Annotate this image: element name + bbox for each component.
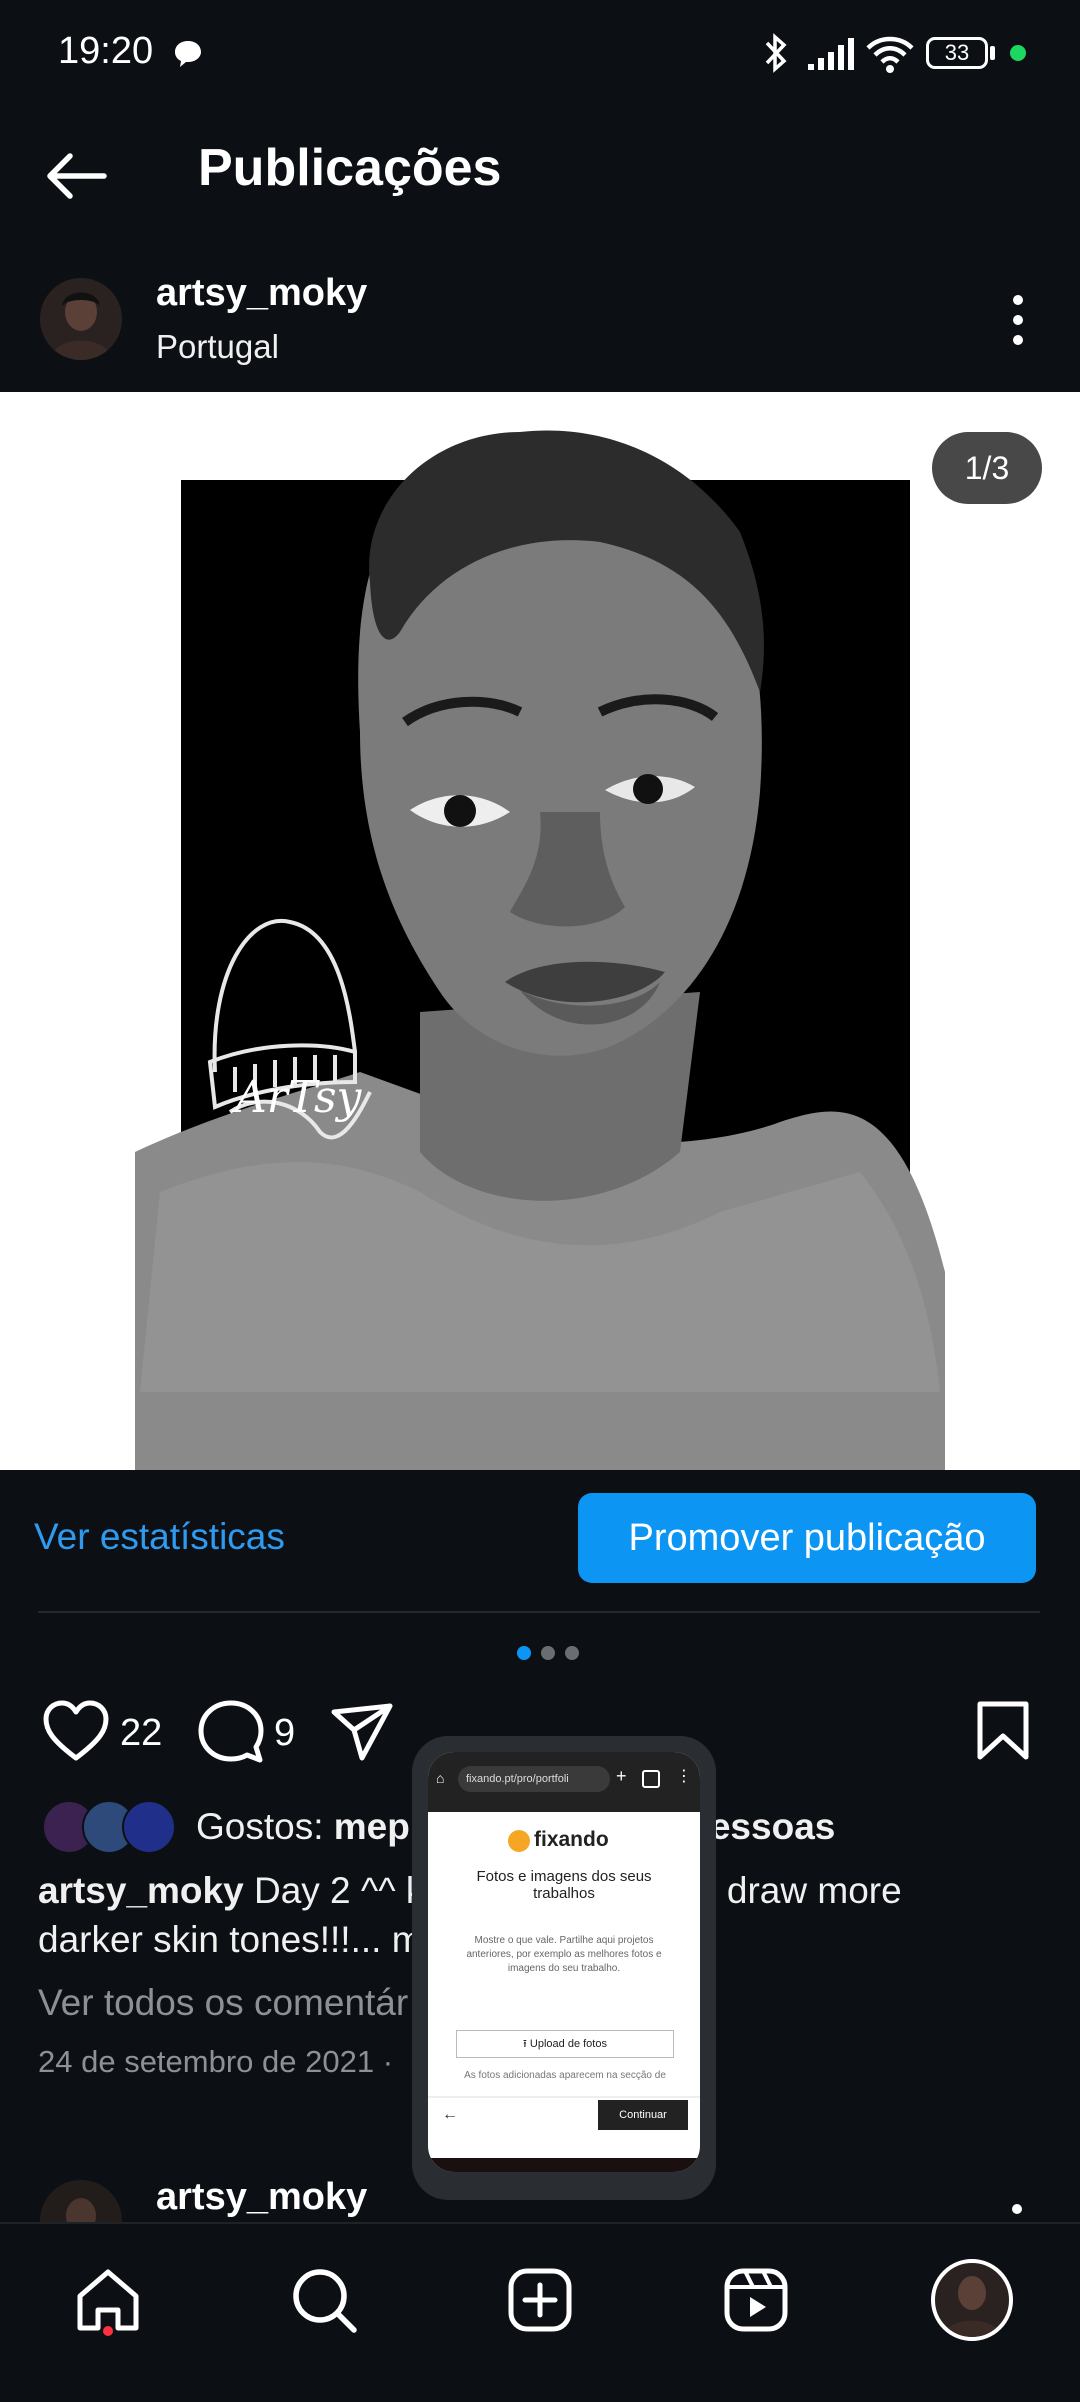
promote-post-button[interactable]: Promover publicação bbox=[578, 1493, 1036, 1583]
divider bbox=[38, 1611, 1040, 1613]
search-icon bbox=[293, 2269, 357, 2333]
fixando-logo-icon bbox=[508, 1830, 530, 1852]
pip-bottom-bar bbox=[428, 2158, 700, 2172]
pip-menu-icon[interactable]: ⋮ bbox=[676, 1766, 692, 1786]
post-date: 24 de setembro de 2021 · bbox=[38, 2044, 394, 2079]
view-insights-link[interactable]: Ver estatísticas bbox=[34, 1516, 285, 1558]
avatar[interactable] bbox=[40, 278, 122, 360]
pip-upload-label: Upload de fotos bbox=[529, 2038, 607, 2050]
nav-create[interactable] bbox=[490, 2250, 590, 2350]
pip-heading: Fotos e imagens dos seus trabalhos bbox=[476, 1868, 652, 1902]
post-username[interactable]: artsy_moky bbox=[156, 272, 367, 315]
next-post-username[interactable]: artsy_moky bbox=[156, 2176, 367, 2219]
pip-body-text: Mostre o que vale. Partilhe aqui projeto… bbox=[466, 1935, 662, 1974]
share-button[interactable] bbox=[330, 1702, 394, 1767]
send-icon bbox=[331, 1703, 393, 1761]
more-vertical-icon bbox=[1013, 295, 1023, 345]
post-image[interactable]: ArTsy 1/3 bbox=[0, 392, 1080, 1470]
back-button[interactable] bbox=[40, 140, 112, 212]
liked-by-suffix: essoas bbox=[709, 1806, 836, 1847]
notification-dot bbox=[103, 2326, 113, 2336]
caption-text: Day 2 ^^ ki bbox=[243, 1870, 433, 1911]
more-options-button[interactable] bbox=[990, 290, 1046, 350]
battery-icon: 33 bbox=[926, 37, 988, 69]
page-title: Publicações bbox=[198, 139, 502, 197]
pip-divider bbox=[428, 2096, 700, 2098]
comment-button[interactable] bbox=[198, 1700, 264, 1769]
carousel-dot bbox=[541, 1646, 555, 1660]
upload-icon: ⭱ bbox=[523, 2038, 530, 2050]
carousel-dot-active bbox=[517, 1646, 531, 1660]
liked-by-prefix: Gostos: bbox=[196, 1806, 334, 1847]
reels-icon bbox=[724, 2268, 788, 2332]
bluetooth-icon bbox=[765, 33, 787, 73]
pip-continue-button[interactable]: Continuar bbox=[598, 2100, 688, 2130]
next-post-more-icon[interactable] bbox=[1012, 2204, 1022, 2214]
nav-search[interactable] bbox=[274, 2250, 374, 2350]
save-button[interactable] bbox=[975, 1700, 1031, 1767]
battery-tip bbox=[990, 46, 995, 60]
caption-username[interactable]: artsy_moky bbox=[38, 1870, 244, 1911]
pip-url-bar[interactable]: fixando.pt/pro/portfoli bbox=[458, 1766, 610, 1792]
heart-icon bbox=[43, 1700, 109, 1761]
profile-avatar bbox=[931, 2259, 1013, 2341]
privacy-indicator-dot bbox=[1010, 45, 1026, 61]
fixando-brand: fixando bbox=[534, 1828, 609, 1851]
comments-count[interactable]: 9 bbox=[274, 1712, 295, 1755]
add-post-icon bbox=[508, 2268, 572, 2332]
signal-icon bbox=[808, 38, 854, 70]
caption-line-2: darker skin tones!!!... m bbox=[38, 1919, 423, 1960]
view-all-comments-link[interactable]: Ver todos os comentár bbox=[38, 1982, 408, 2024]
avatar bbox=[122, 1800, 176, 1854]
pip-footer-note: As fotos adicionadas aparecem na secção … bbox=[464, 2070, 666, 2081]
pip-home-icon[interactable]: ⌂ bbox=[436, 1770, 452, 1786]
status-bar: 19:20 33 bbox=[0, 0, 1080, 110]
liked-by-user[interactable]: mep bbox=[334, 1806, 410, 1847]
like-button[interactable] bbox=[42, 1700, 110, 1767]
pip-new-tab-icon[interactable]: + bbox=[616, 1766, 627, 1787]
wifi-icon bbox=[866, 36, 914, 73]
carousel-counter-badge: 1/3 bbox=[932, 432, 1042, 504]
likes-count[interactable]: 22 bbox=[120, 1712, 162, 1755]
pip-tabs-icon[interactable] bbox=[642, 1770, 660, 1788]
comment-bubble-icon bbox=[198, 1700, 264, 1763]
chat-bubble-icon bbox=[175, 41, 201, 67]
nav-profile[interactable] bbox=[922, 2250, 1022, 2350]
pip-upload-button[interactable]: ⭱ Upload de fotos bbox=[456, 2030, 674, 2058]
artist-signature: ArTsy bbox=[231, 1072, 363, 1123]
clock: 19:20 bbox=[58, 30, 154, 72]
battery-level: 33 bbox=[944, 40, 970, 65]
carousel-dot bbox=[565, 1646, 579, 1660]
bookmark-icon bbox=[977, 1701, 1029, 1760]
arrow-left-icon bbox=[47, 153, 107, 199]
liked-by-avatars[interactable] bbox=[42, 1800, 182, 1854]
post-location[interactable]: Portugal bbox=[156, 328, 279, 366]
pip-browser-screen[interactable]: ⌂ fixando.pt/pro/portfoli + ⋮ fixando Fo… bbox=[428, 1752, 700, 2172]
nav-reels[interactable] bbox=[706, 2250, 806, 2350]
home-icon bbox=[77, 2269, 139, 2331]
pip-back-arrow-icon[interactable]: ← bbox=[442, 2106, 458, 2124]
